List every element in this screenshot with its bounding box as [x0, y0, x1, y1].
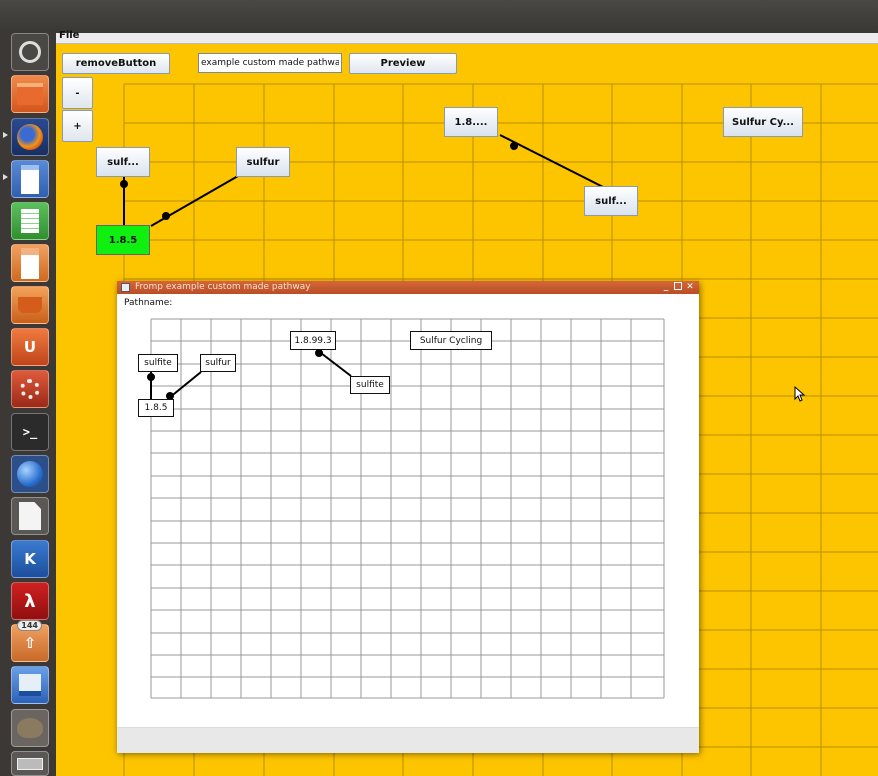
preview-window: Fromp example custom made pathway _ ✕ Pa… [117, 281, 699, 753]
google-earth-icon[interactable] [11, 455, 49, 493]
libreoffice-writer-icon[interactable] [11, 160, 49, 198]
top-panel [0, 0, 878, 33]
update-count-badge: 144 [17, 620, 42, 631]
kde-app-icon[interactable]: K [11, 540, 49, 578]
preview-node-1.8.99.3: 1.8.99.3 [290, 331, 336, 350]
zoom-out-button[interactable]: - [62, 77, 93, 109]
libreoffice-calc-icon[interactable] [11, 202, 49, 240]
acrobat-reader-icon[interactable]: λ [11, 582, 49, 620]
mouse-cursor-icon [794, 386, 806, 402]
software-center-icon[interactable] [11, 286, 49, 324]
disk-utility-icon[interactable] [11, 666, 49, 704]
zoom-in-button[interactable]: + [62, 110, 93, 142]
preview-node-sulfite-2: sulfite [350, 376, 390, 394]
libreoffice-impress-icon[interactable] [11, 244, 49, 282]
launcher-running-indicator [3, 174, 8, 180]
preview-footer [117, 727, 699, 753]
ubuntu-dash-icon[interactable] [11, 33, 49, 71]
text-editor-icon[interactable] [11, 497, 49, 535]
preview-grid [150, 318, 665, 699]
preview-node-1.8.5: 1.8.5 [138, 399, 174, 417]
preview-node-sulfur-cycling: Sulfur Cycling [410, 331, 492, 350]
launcher: U >_ K λ ⇧ 144 [0, 33, 56, 776]
remove-button[interactable]: removeButton [62, 53, 170, 74]
preview-node-sulfite: sulfite [138, 354, 178, 372]
canvas-node-enzyme-selected[interactable]: 1.8.5 [96, 225, 150, 255]
preview-button[interactable]: Preview [349, 53, 457, 74]
pathway-name-input[interactable] [198, 53, 342, 73]
menu-file[interactable]: File [59, 30, 79, 41]
files-folder-icon[interactable] [11, 75, 49, 113]
canvas-node-sulfite-2[interactable]: sulf... [584, 186, 638, 216]
canvas-node-enzyme[interactable]: 1.8.... [444, 107, 498, 137]
system-settings-icon[interactable] [11, 370, 49, 408]
canvas-node-sulfur-cycling[interactable]: Sulfur Cy... [723, 107, 803, 137]
menu-bar: File [56, 30, 878, 44]
removable-drive-icon[interactable] [11, 751, 49, 776]
ubuntu-one-icon[interactable]: U [11, 328, 49, 366]
launcher-running-indicator [3, 132, 8, 138]
preview-node-sulfur: sulfur [200, 354, 236, 372]
firefox-icon[interactable] [11, 118, 49, 156]
terminal-icon[interactable]: >_ [11, 413, 49, 451]
gimp-icon[interactable] [11, 709, 49, 747]
canvas-node-sulfur[interactable]: sulfur [236, 147, 290, 177]
canvas-node-sulfite[interactable]: sulf... [96, 147, 150, 177]
update-manager-icon[interactable]: ⇧ 144 [11, 620, 49, 662]
